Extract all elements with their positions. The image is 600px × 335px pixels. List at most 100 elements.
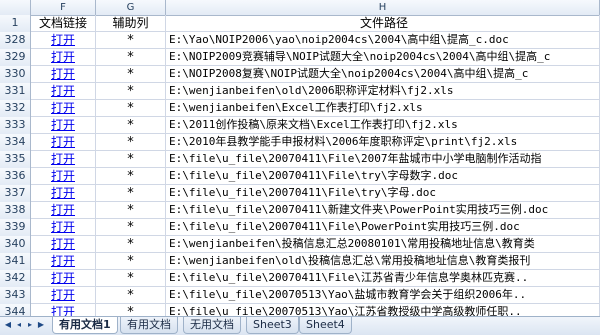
open-link[interactable]: 打开 — [51, 50, 75, 64]
open-link[interactable]: 打开 — [51, 169, 75, 183]
row-number[interactable]: 333 — [0, 117, 31, 134]
asterisk-mark: * — [127, 237, 134, 252]
open-link[interactable]: 打开 — [51, 84, 75, 98]
helper-cell[interactable]: * — [96, 202, 166, 219]
asterisk-mark: * — [127, 271, 134, 286]
doc-link-cell[interactable]: 打开 — [31, 151, 96, 168]
row-number[interactable]: 331 — [0, 83, 31, 100]
last-sheet-arrow-icon[interactable]: ▶ — [36, 319, 46, 331]
doc-link-cell[interactable]: 打开 — [31, 100, 96, 117]
row-number[interactable]: 339 — [0, 219, 31, 236]
open-link[interactable]: 打开 — [51, 237, 75, 251]
row-number[interactable]: 1 — [0, 15, 31, 32]
row-number[interactable]: 332 — [0, 100, 31, 117]
helper-cell[interactable]: * — [96, 83, 166, 100]
open-link[interactable]: 打开 — [51, 118, 75, 132]
doc-link-cell[interactable]: 打开 — [31, 83, 96, 100]
sheet-tab-sheet4[interactable]: Sheet4 — [299, 317, 352, 334]
file-path-cell[interactable]: E:\NOIP2008复赛\NOIP试题大全\noip2004cs\2004\高… — [166, 66, 600, 83]
file-path-cell[interactable]: E:\wenjianbeifen\old\2006职称评定材料\fj2.xls — [166, 83, 600, 100]
doc-link-cell[interactable]: 打开 — [31, 117, 96, 134]
file-path-cell[interactable]: E:\file\u_file\20070411\File\2007年盐城市中小学… — [166, 151, 600, 168]
row-number[interactable]: 343 — [0, 287, 31, 304]
row-number[interactable]: 335 — [0, 151, 31, 168]
doc-link-cell[interactable]: 打开 — [31, 219, 96, 236]
doc-link-cell[interactable]: 打开 — [31, 270, 96, 287]
doc-link-cell[interactable]: 打开 — [31, 287, 96, 304]
doc-link-cell[interactable]: 打开 — [31, 134, 96, 151]
column-header-g[interactable]: G — [96, 0, 166, 15]
open-link[interactable]: 打开 — [51, 33, 75, 47]
header-cell-helper[interactable]: 辅助列 — [96, 15, 166, 32]
helper-cell[interactable]: * — [96, 185, 166, 202]
open-link[interactable]: 打开 — [51, 186, 75, 200]
row-number[interactable]: 338 — [0, 202, 31, 219]
doc-link-cell[interactable]: 打开 — [31, 32, 96, 49]
file-path-cell[interactable]: E:\wenjianbeifen\old\投稿信息汇总\常用投稿地址信息\教育类… — [166, 253, 600, 270]
header-cell-doc-link[interactable]: 文档链接 — [31, 15, 96, 32]
sheet-tab-useless-docs[interactable]: 无用文档 — [183, 317, 241, 334]
file-path-cell[interactable]: E:\file\u_file\20070513\Yao\盐城市教育学会关于组织2… — [166, 287, 600, 304]
row-number[interactable]: 330 — [0, 66, 31, 83]
sheet-tab-sheet3[interactable]: Sheet3 — [246, 317, 299, 334]
column-header-h[interactable]: H — [166, 0, 600, 15]
doc-link-cell[interactable]: 打开 — [31, 185, 96, 202]
helper-cell[interactable]: * — [96, 32, 166, 49]
file-path-cell[interactable]: E:\file\u_file\20070411\File\江苏省青少年信息学奥林… — [166, 270, 600, 287]
open-link[interactable]: 打开 — [51, 101, 75, 115]
select-all-corner[interactable] — [0, 0, 31, 15]
column-header-f[interactable]: F — [31, 0, 96, 15]
next-sheet-arrow-icon[interactable]: ▸ — [25, 319, 35, 331]
row-number[interactable]: 340 — [0, 236, 31, 253]
first-sheet-arrow-icon[interactable]: ◀ — [3, 319, 13, 331]
helper-cell[interactable]: * — [96, 253, 166, 270]
helper-cell[interactable]: * — [96, 117, 166, 134]
open-link[interactable]: 打开 — [51, 254, 75, 268]
column-header-bar: F G H — [0, 0, 600, 16]
file-path-cell[interactable]: E:\Yao\NOIP2006\yao\noip2004cs\2004\高中组\… — [166, 32, 600, 49]
doc-link-cell[interactable]: 打开 — [31, 66, 96, 83]
open-link[interactable]: 打开 — [51, 152, 75, 166]
helper-cell[interactable]: * — [96, 100, 166, 117]
row-number[interactable]: 328 — [0, 32, 31, 49]
file-path-cell[interactable]: E:\NOIP2009竞赛辅导\NOIP试题大全\noip2004cs\2004… — [166, 49, 600, 66]
doc-link-cell[interactable]: 打开 — [31, 168, 96, 185]
open-link[interactable]: 打开 — [51, 135, 75, 149]
doc-link-cell[interactable]: 打开 — [31, 49, 96, 66]
file-path-cell[interactable]: E:\wenjianbeifen\Excel工作表打印\fj2.xls — [166, 100, 600, 117]
open-link[interactable]: 打开 — [51, 271, 75, 285]
helper-cell[interactable]: * — [96, 287, 166, 304]
open-link[interactable]: 打开 — [51, 67, 75, 81]
prev-sheet-arrow-icon[interactable]: ◂ — [14, 319, 24, 331]
row-number[interactable]: 337 — [0, 185, 31, 202]
helper-cell[interactable]: * — [96, 236, 166, 253]
sheet-tab-useful-docs-1[interactable]: 有用文档1 — [52, 317, 118, 334]
file-path-cell[interactable]: E:\file\u_file\20070411\新建文件夹\PowerPoint… — [166, 202, 600, 219]
open-link[interactable]: 打开 — [51, 220, 75, 234]
helper-cell[interactable]: * — [96, 219, 166, 236]
helper-cell[interactable]: * — [96, 49, 166, 66]
row-number[interactable]: 334 — [0, 134, 31, 151]
open-link[interactable]: 打开 — [51, 203, 75, 217]
header-cell-file-path[interactable]: 文件路径 — [166, 15, 600, 32]
doc-link-cell[interactable]: 打开 — [31, 202, 96, 219]
file-path-cell[interactable]: E:\file\u_file\20070411\File\try\字母数字.do… — [166, 168, 600, 185]
helper-cell[interactable]: * — [96, 168, 166, 185]
file-path-cell[interactable]: E:\file\u_file\20070411\File\try\字母.doc — [166, 185, 600, 202]
row-number[interactable]: 336 — [0, 168, 31, 185]
file-path-cell[interactable]: E:\2010年县教学能手申报材料\2006年度职称评定\print\fj2.x… — [166, 134, 600, 151]
sheet-tab-useful-docs[interactable]: 有用文档 — [120, 317, 178, 334]
helper-cell[interactable]: * — [96, 151, 166, 168]
row-number[interactable]: 329 — [0, 49, 31, 66]
row-number[interactable]: 342 — [0, 270, 31, 287]
helper-cell[interactable]: * — [96, 134, 166, 151]
helper-cell[interactable]: * — [96, 270, 166, 287]
doc-link-cell[interactable]: 打开 — [31, 236, 96, 253]
doc-link-cell[interactable]: 打开 — [31, 253, 96, 270]
file-path-cell[interactable]: E:\wenjianbeifen\投稿信息汇总20080101\常用投稿地址信息… — [166, 236, 600, 253]
file-path-cell[interactable]: E:\file\u_file\20070411\File\PowerPoint实… — [166, 219, 600, 236]
file-path-cell[interactable]: E:\2011创作投稿\原来文档\Excel工作表打印\fj2.xls — [166, 117, 600, 134]
helper-cell[interactable]: * — [96, 66, 166, 83]
open-link[interactable]: 打开 — [51, 288, 75, 302]
row-number[interactable]: 341 — [0, 253, 31, 270]
